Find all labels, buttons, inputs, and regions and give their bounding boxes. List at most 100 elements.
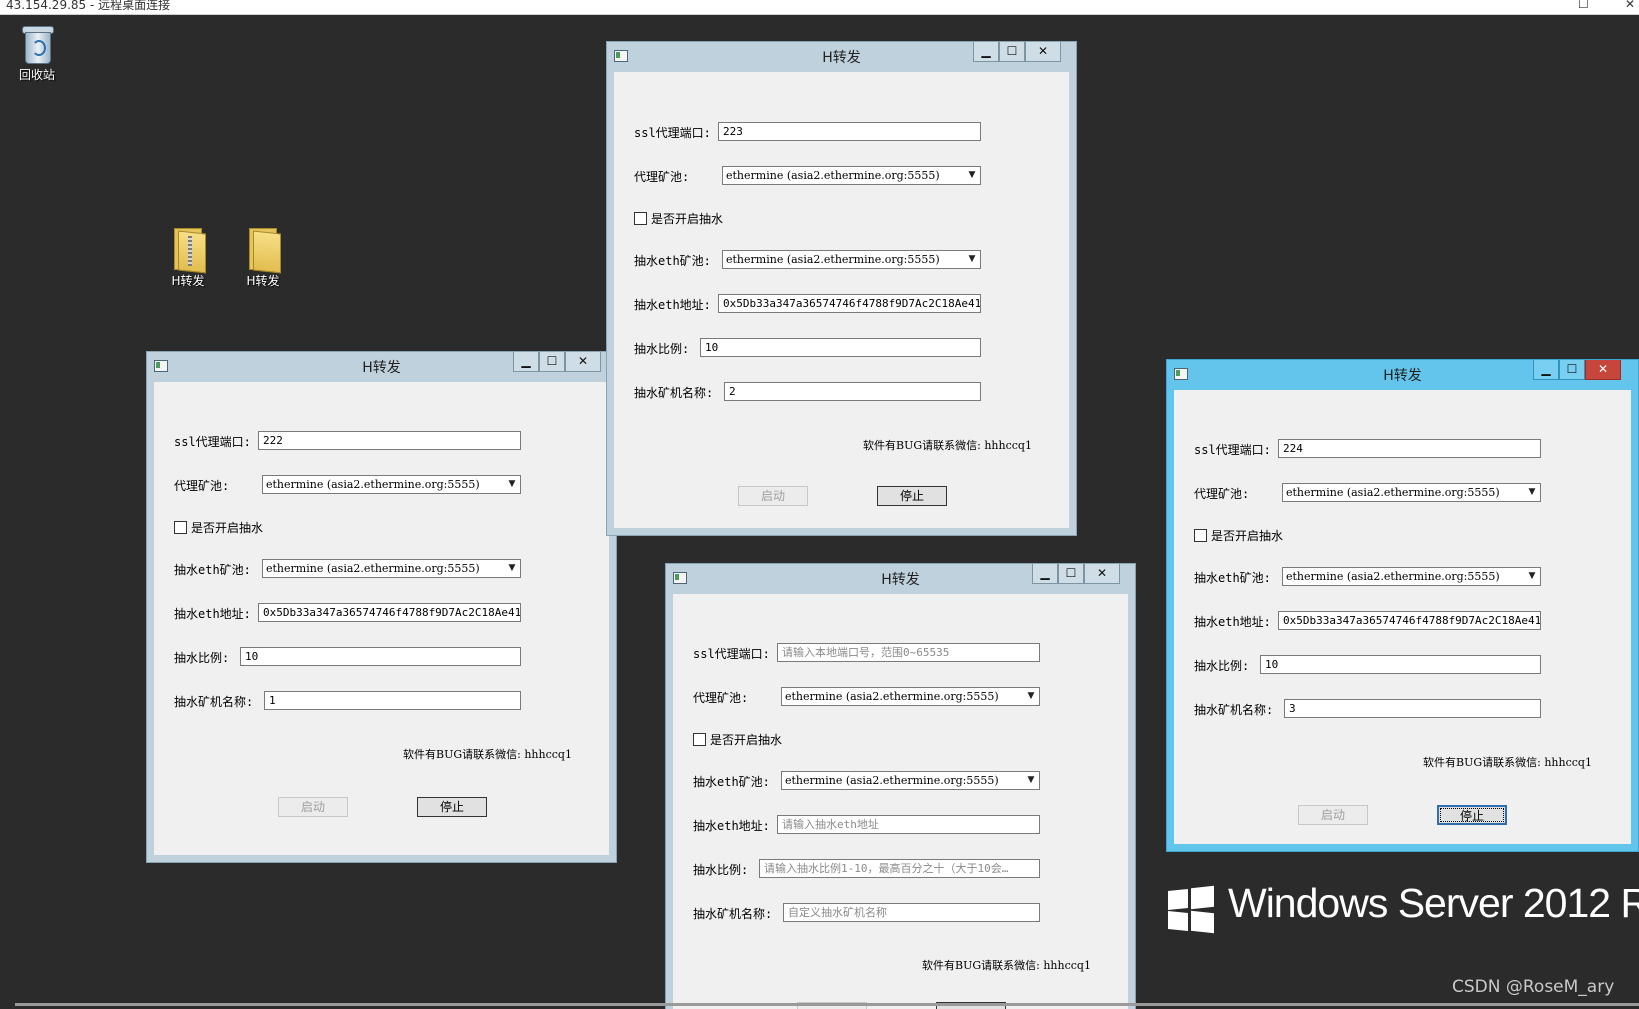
fee-eth-pool-value: ethermine (asia2.ethermine.org:5555): [726, 253, 940, 266]
window-controls: ▁ ☐ ✕: [973, 42, 1061, 64]
desktop-folder-2[interactable]: H转发: [228, 226, 298, 289]
start-button[interactable]: 启动: [1298, 805, 1368, 825]
fee-miner-name-label: 抽水矿机名称:: [693, 907, 773, 921]
fee-ratio-input[interactable]: 10: [240, 647, 521, 666]
minimize-icon[interactable]: ▁: [1032, 564, 1058, 584]
bottom-scrollbar[interactable]: [15, 1003, 1639, 1006]
fee-eth-pool-value: ethermine (asia2.ethermine.org:5555): [785, 774, 999, 787]
window-client: ssl代理端口: 223 代理矿池: ethermine (asia2.ethe…: [614, 72, 1069, 528]
checkbox-box[interactable]: [1194, 529, 1207, 542]
ssl-port-input[interactable]: 223: [718, 122, 981, 141]
fee-eth-address-input[interactable]: 请输入抽水eth地址: [777, 815, 1040, 834]
folder-icon: [243, 226, 283, 274]
fee-ratio-label: 抽水比例:: [1194, 659, 1250, 673]
ssl-port-label: ssl代理端口:: [174, 435, 251, 449]
chevron-down-icon: ▼: [968, 254, 976, 264]
desktop-folder-2-label: H转发: [246, 274, 280, 288]
fee-miner-name-input[interactable]: 1: [264, 691, 521, 710]
chevron-down-icon: ▼: [1528, 487, 1536, 497]
ssl-port-label: ssl代理端口:: [1194, 443, 1271, 457]
maximize-icon[interactable]: ☐: [1559, 360, 1585, 380]
maximize-icon[interactable]: ☐: [539, 352, 565, 372]
window-h-forward-222: H转发 ▁ ☐ ✕ ssl代理端口: 222 代理矿池: ethermine (…: [146, 351, 617, 863]
recycle-bin-icon: [20, 24, 54, 64]
bug-contact-note: 软件有BUG请联系微信: hhhccq1: [403, 748, 572, 761]
fee-eth-address-label: 抽水eth地址:: [1194, 615, 1271, 629]
close-icon[interactable]: ✕: [1025, 42, 1061, 62]
fee-eth-address-label: 抽水eth地址:: [174, 607, 251, 621]
fee-miner-name-input[interactable]: 自定义抽水矿机名称: [783, 903, 1040, 922]
enable-fee-label: 是否开启抽水: [191, 521, 264, 535]
close-icon[interactable]: ✕: [565, 352, 601, 372]
fee-eth-address-label: 抽水eth地址:: [634, 298, 711, 312]
bug-contact-note: 软件有BUG请联系微信: hhhccq1: [1423, 756, 1592, 769]
window-client: ssl代理端口: 224 代理矿池: ethermine (asia2.ethe…: [1174, 390, 1631, 844]
maximize-icon[interactable]: ☐: [1058, 564, 1084, 584]
window-h-forward-223: H转发 ▁ ☐ ✕ ssl代理端口: 223 代理矿池: ethermine (…: [606, 41, 1077, 536]
minimize-icon[interactable]: ▁: [513, 352, 539, 372]
start-button[interactable]: 启动: [738, 486, 808, 506]
fee-miner-name-label: 抽水矿机名称:: [174, 695, 254, 709]
enable-fee-checkbox[interactable]: 是否开启抽水: [693, 731, 782, 748]
minimize-icon[interactable]: ▁: [1533, 360, 1559, 380]
window-client: ssl代理端口: 222 代理矿池: ethermine (asia2.ethe…: [154, 382, 609, 855]
desktop-folder-1-label: H转发: [171, 274, 205, 288]
fee-eth-pool-select[interactable]: ethermine (asia2.ethermine.org:5555) ▼: [781, 771, 1040, 790]
fee-eth-address-input[interactable]: 0x5Db33a347a36574746f4788f9D7Ac2C18Ae41C…: [258, 603, 521, 622]
fee-ratio-input[interactable]: 10: [700, 338, 981, 357]
stop-button[interactable]: 停止: [417, 797, 487, 817]
fee-eth-pool-label: 抽水eth矿池:: [693, 775, 770, 789]
windows-logo-icon: [1168, 885, 1214, 934]
ssl-port-input[interactable]: 请输入本地端口号，范围0~65535: [777, 643, 1040, 662]
ssl-port-input[interactable]: 222: [258, 431, 521, 450]
checkbox-box[interactable]: [693, 733, 706, 746]
proxy-pool-value: ethermine (asia2.ethermine.org:5555): [726, 169, 940, 182]
fee-eth-address-label: 抽水eth地址:: [693, 819, 770, 833]
enable-fee-label: 是否开启抽水: [1211, 529, 1284, 543]
rd-restore-icon[interactable]: ☐: [1578, 0, 1589, 11]
os-brand-text: Windows Server 2012 R2: [1228, 880, 1639, 926]
minimize-icon[interactable]: ▁: [973, 42, 999, 62]
fee-ratio-input[interactable]: 10: [1260, 655, 1541, 674]
fee-eth-address-input[interactable]: 0x5Db33a347a36574746f4788f9D7Ac2C18Ae41C…: [718, 294, 981, 313]
proxy-pool-select[interactable]: ethermine (asia2.ethermine.org:5555) ▼: [781, 687, 1040, 706]
enable-fee-checkbox[interactable]: 是否开启抽水: [634, 210, 723, 227]
desktop-folder-1[interactable]: H转发: [153, 226, 223, 289]
fee-eth-address-input[interactable]: 0x5Db33a347a36574746f4788f9D7Ac2C18Ae41C…: [1278, 611, 1541, 630]
fee-eth-pool-select[interactable]: ethermine (asia2.ethermine.org:5555) ▼: [1282, 567, 1541, 586]
start-button[interactable]: 启动: [278, 797, 348, 817]
maximize-icon[interactable]: ☐: [999, 42, 1025, 62]
chevron-down-icon: ▼: [508, 479, 516, 489]
enable-fee-label: 是否开启抽水: [651, 212, 724, 226]
window-client: ssl代理端口: 请输入本地端口号，范围0~65535 代理矿池: etherm…: [673, 594, 1128, 1009]
checkbox-box[interactable]: [174, 521, 187, 534]
enable-fee-checkbox[interactable]: 是否开启抽水: [174, 519, 263, 536]
fee-eth-pool-select[interactable]: ethermine (asia2.ethermine.org:5555) ▼: [722, 250, 981, 269]
fee-miner-name-label: 抽水矿机名称:: [634, 386, 714, 400]
close-icon[interactable]: ✕: [1084, 564, 1120, 584]
close-icon[interactable]: ✕: [1585, 360, 1621, 380]
stop-button[interactable]: 停止: [877, 486, 947, 506]
fee-ratio-label: 抽水比例:: [174, 651, 230, 665]
fee-eth-pool-label: 抽水eth矿池:: [1194, 571, 1271, 585]
fee-ratio-input[interactable]: 请输入抽水比例1-10，最高百分之十（大于10会…: [759, 859, 1040, 878]
rd-close-icon[interactable]: ✕: [1625, 0, 1635, 11]
fee-miner-name-input[interactable]: 2: [724, 382, 981, 401]
ssl-port-label: ssl代理端口:: [693, 647, 770, 661]
proxy-pool-select[interactable]: ethermine (asia2.ethermine.org:5555) ▼: [262, 475, 521, 494]
fee-eth-pool-value: ethermine (asia2.ethermine.org:5555): [1286, 570, 1500, 583]
enable-fee-checkbox[interactable]: 是否开启抽水: [1194, 527, 1283, 544]
proxy-pool-select[interactable]: ethermine (asia2.ethermine.org:5555) ▼: [1282, 483, 1541, 502]
proxy-pool-select[interactable]: ethermine (asia2.ethermine.org:5555) ▼: [722, 166, 981, 185]
fee-eth-pool-select[interactable]: ethermine (asia2.ethermine.org:5555) ▼: [262, 559, 521, 578]
stop-button[interactable]: 停止: [1437, 805, 1507, 825]
zip-folder-icon: [168, 226, 208, 274]
proxy-pool-label: 代理矿池:: [174, 479, 230, 493]
fee-miner-name-input[interactable]: 3: [1284, 699, 1541, 718]
fee-ratio-label: 抽水比例:: [693, 863, 749, 877]
proxy-pool-label: 代理矿池:: [693, 691, 749, 705]
checkbox-box[interactable]: [634, 212, 647, 225]
ssl-port-input[interactable]: 224: [1278, 439, 1541, 458]
proxy-pool-value: ethermine (asia2.ethermine.org:5555): [785, 690, 999, 703]
recycle-bin[interactable]: 回收站: [2, 24, 72, 83]
